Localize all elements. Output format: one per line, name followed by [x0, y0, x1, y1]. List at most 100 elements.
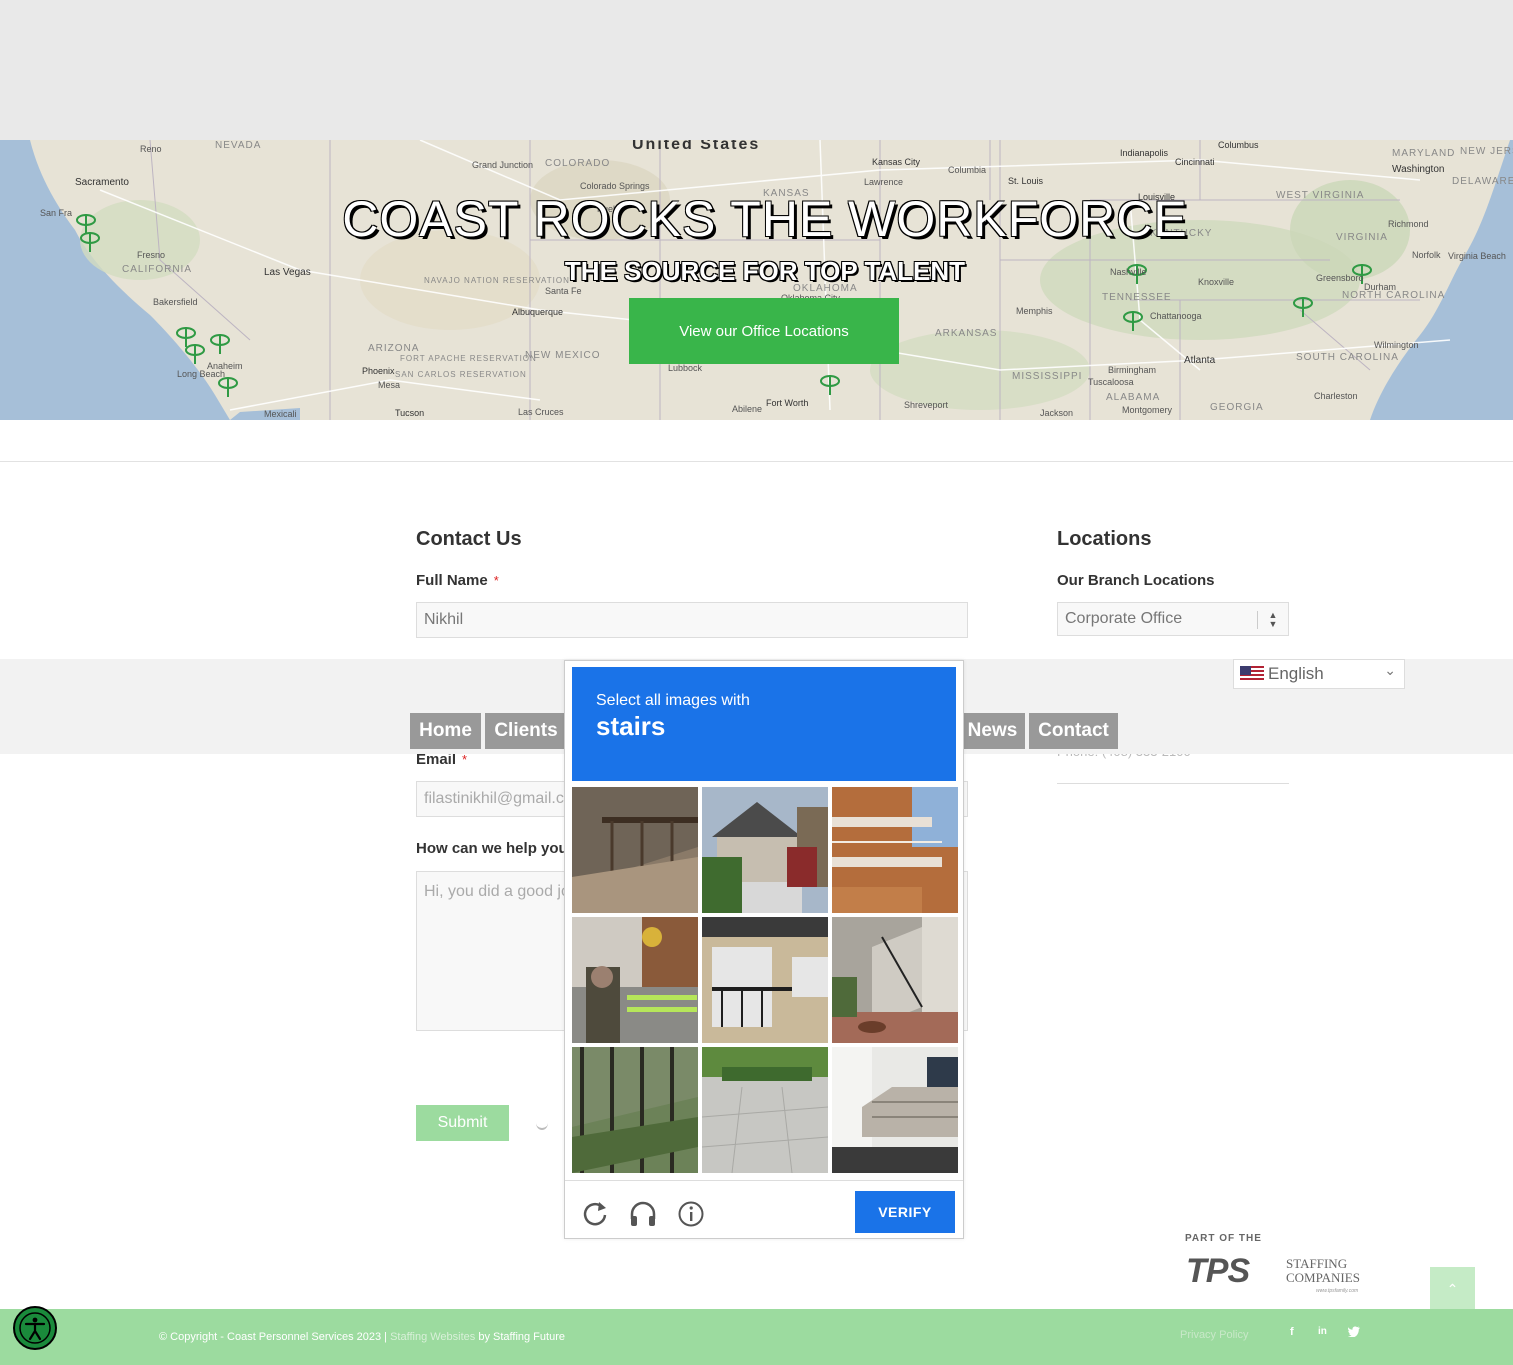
- map-label-city: Phoenix: [362, 366, 395, 376]
- map-label-city: Memphis: [1016, 306, 1053, 316]
- nav-item-contact[interactable]: Contact: [1029, 713, 1118, 749]
- refresh-icon[interactable]: [580, 1199, 610, 1229]
- required-mark: *: [462, 752, 468, 767]
- captcha-tile[interactable]: [702, 1047, 828, 1173]
- nav-item-home[interactable]: Home: [410, 713, 481, 749]
- captcha-header: Select all images with stairs: [572, 667, 956, 781]
- loading-spinner-icon: [536, 1116, 548, 1130]
- captcha-tile[interactable]: [832, 1047, 958, 1173]
- map-label-city: Charleston: [1314, 391, 1358, 401]
- map-label-city: Anaheim: [207, 361, 243, 371]
- submit-button[interactable]: Submit: [416, 1105, 509, 1141]
- scroll-to-top-button[interactable]: ⌃: [1430, 1267, 1475, 1312]
- map-label-city: Columbus: [1218, 140, 1259, 150]
- map-label-city: Lawrence: [864, 177, 904, 187]
- map-label-state: MARYLAND: [1392, 148, 1456, 159]
- map-label-city: Indianapolis: [1120, 148, 1169, 158]
- tps-logo-text: TPS: [1186, 1252, 1250, 1290]
- map-label-city: Washington: [1392, 164, 1445, 175]
- full-name-input[interactable]: Nikhil: [416, 602, 968, 638]
- map-label-city: Wilmington: [1374, 340, 1419, 350]
- map-label-state: ARIZONA: [368, 343, 420, 354]
- chevron-up-icon: ⌃: [1446, 1281, 1459, 1297]
- map-label-reservation: SAN CARLOS RESERVATION: [395, 370, 527, 379]
- captcha-tile[interactable]: [572, 787, 698, 913]
- map-label-city: Lubbock: [668, 363, 703, 373]
- privacy-policy-link[interactable]: Privacy Policy: [1180, 1329, 1248, 1341]
- captcha-target: stairs: [596, 711, 666, 741]
- locations-heading: Locations: [1057, 528, 1152, 550]
- captcha-dialog: Select all images with stairs VERIFY: [564, 660, 964, 1239]
- map-label-city: Albuquerque: [512, 307, 564, 317]
- map-label-city: Cincinnati: [1175, 157, 1215, 167]
- captcha-tile[interactable]: [832, 787, 958, 913]
- staffing-websites-link[interactable]: Staffing Websites: [390, 1331, 475, 1343]
- map-label-state: ARKANSAS: [935, 328, 998, 339]
- captcha-tile[interactable]: [572, 1047, 698, 1173]
- help-label: How can we help you: [416, 840, 568, 857]
- full-name-label: Full Name *: [416, 572, 499, 589]
- language-selector[interactable]: English ⌄: [1233, 659, 1405, 689]
- facebook-icon[interactable]: f: [1290, 1326, 1294, 1338]
- accessibility-button[interactable]: [13, 1306, 57, 1350]
- map-label-city: St. Louis: [1008, 176, 1044, 186]
- map-label-city: Grand Junction: [472, 160, 534, 170]
- info-icon[interactable]: [676, 1199, 706, 1229]
- hero-subtitle: THE SOURCE FOR TOP TALENT: [564, 256, 966, 286]
- chevron-down-icon: ⌄: [1384, 662, 1396, 678]
- map-label-city: Fort Worth: [766, 398, 809, 408]
- twitter-icon[interactable]: [1348, 1326, 1360, 1340]
- map-label-city: Chattanooga: [1150, 311, 1202, 321]
- map-label-city: Tuscaloosa: [1088, 377, 1134, 387]
- tps-logo-sub-2: COMPANIES: [1286, 1270, 1360, 1285]
- map-label-state: SOUTH CAROLINA: [1296, 352, 1399, 363]
- branch-locations-label: Our Branch Locations: [1057, 572, 1215, 589]
- tps-logo: TPS STAFFING COMPANIES www.tpsfamily.com: [1186, 1250, 1371, 1300]
- map-label-state: MISSISSIPPI: [1012, 371, 1083, 382]
- branch-select-value: Corporate Office: [1065, 610, 1183, 627]
- headphones-icon[interactable]: [628, 1199, 658, 1229]
- select-arrows-icon: ▲ ▼: [1257, 611, 1288, 629]
- captcha-tile[interactable]: [572, 917, 698, 1043]
- hero-title: COAST ROCKS THE WORKFORCE: [342, 191, 1188, 247]
- map-label-city: Mexicali: [264, 409, 297, 419]
- section-divider: [0, 461, 1513, 462]
- map-label-city: Abilene: [732, 404, 763, 414]
- map-label-city: Kansas City: [872, 157, 921, 167]
- map-label-city: Reno: [140, 144, 162, 154]
- captcha-footer: VERIFY: [565, 1180, 963, 1239]
- copyright-label: © Copyright - Coast Personnel Services 2…: [159, 1331, 388, 1343]
- map-label-state: NEW JERSEY: [1460, 146, 1513, 157]
- verify-button[interactable]: VERIFY: [855, 1191, 955, 1233]
- map-label-city: Sacramento: [75, 177, 129, 188]
- language-label: English: [1268, 664, 1324, 683]
- us-flag-icon: [1240, 666, 1264, 682]
- nav-item-clients[interactable]: Clients: [485, 713, 567, 749]
- map-label-city: Shreveport: [904, 400, 949, 410]
- map-label-city: Birmingham: [1108, 365, 1157, 375]
- map-label-city: Montgomery: [1122, 405, 1173, 415]
- map-label-city: Atlanta: [1184, 355, 1216, 366]
- map-label-state: COLORADO: [545, 158, 611, 169]
- partner-caption: PART OF THE: [1185, 1233, 1262, 1244]
- by-staffing-future: by Staffing Future: [478, 1331, 565, 1343]
- captcha-tile[interactable]: [702, 787, 828, 913]
- captcha-tile[interactable]: [702, 917, 828, 1043]
- captcha-tile[interactable]: [832, 917, 958, 1043]
- map-label-city: Bakersfield: [153, 297, 198, 307]
- nav-item-news[interactable]: News: [960, 713, 1025, 749]
- map-label-city: Mesa: [378, 380, 401, 390]
- linkedin-icon[interactable]: in: [1318, 1326, 1327, 1337]
- map-label-state: GEORGIA: [1210, 402, 1264, 413]
- map-label-city: Jackson: [1040, 408, 1074, 418]
- map-label-city: Columbia: [948, 165, 987, 175]
- map-label-city: Las Cruces: [518, 407, 564, 417]
- map-label-state: TENNESSEE: [1102, 292, 1172, 303]
- captcha-prompt: Select all images with: [596, 692, 750, 709]
- map-label-city: Tucson: [395, 408, 425, 418]
- branch-select[interactable]: Corporate Office ▲ ▼: [1057, 602, 1289, 636]
- view-office-locations-button[interactable]: View our Office Locations: [629, 298, 899, 364]
- required-mark: *: [493, 573, 499, 588]
- map-label-state: DELAWARE: [1452, 176, 1513, 187]
- map-label-state: ALABAMA: [1106, 392, 1161, 403]
